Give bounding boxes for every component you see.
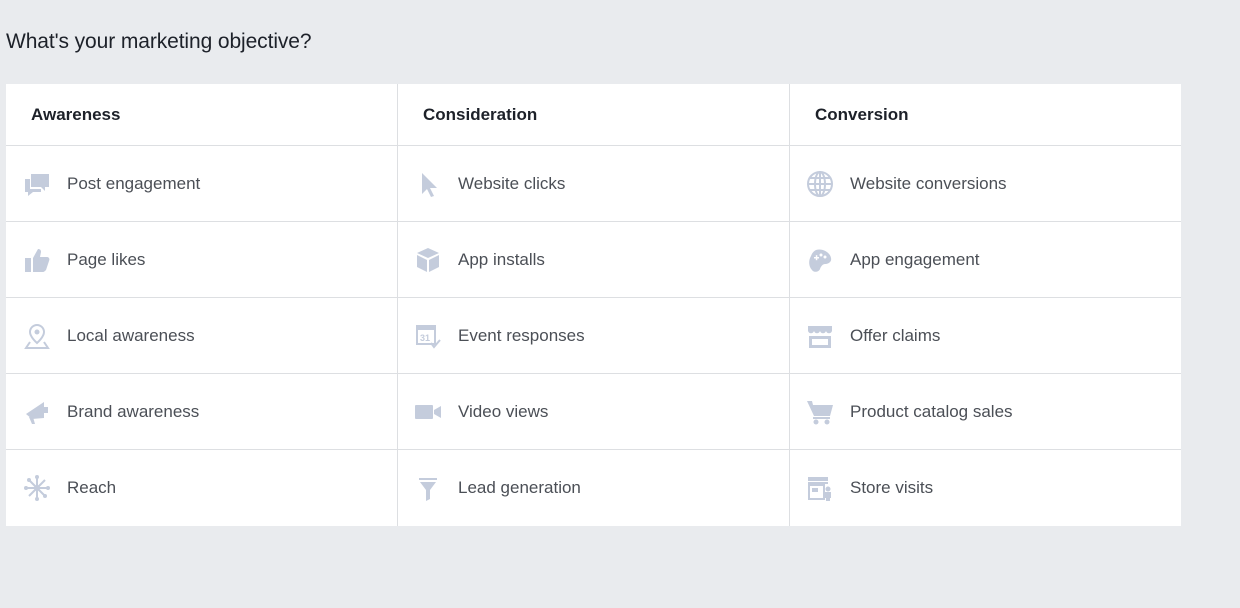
objective-page-likes[interactable]: Page likes <box>6 222 397 298</box>
funnel-icon <box>413 473 443 503</box>
objective-label: App engagement <box>850 249 980 269</box>
video-camera-icon <box>413 397 443 427</box>
objective-product-catalog-sales[interactable]: Product catalog sales <box>790 374 1181 450</box>
objective-brand-awareness[interactable]: Brand awareness <box>6 374 397 450</box>
objective-label: Website clicks <box>458 173 566 193</box>
cursor-icon <box>413 169 443 199</box>
column-awareness: Awareness Post engagement Page likes Loc… <box>6 84 398 526</box>
objective-label: Lead generation <box>458 478 581 497</box>
objective-reach[interactable]: Reach <box>6 450 397 526</box>
column-consideration: Consideration Website clicks App install… <box>398 84 790 526</box>
objective-offer-claims[interactable]: Offer claims <box>790 298 1181 374</box>
objective-event-responses[interactable]: 31 Event responses <box>398 298 789 374</box>
column-header-consideration: Consideration <box>398 84 789 146</box>
thumbs-up-icon <box>22 245 52 275</box>
shopping-cart-icon <box>805 397 835 427</box>
column-conversion: Conversion Website conversions App engag… <box>790 84 1181 526</box>
column-header-conversion: Conversion <box>790 84 1181 146</box>
megaphone-icon <box>22 397 52 427</box>
objective-post-engagement[interactable]: Post engagement <box>6 146 397 222</box>
globe-icon <box>805 169 835 199</box>
objective-website-conversions[interactable]: Website conversions <box>790 146 1181 222</box>
objective-label: Video views <box>458 401 549 421</box>
objectives-table: Awareness Post engagement Page likes Loc… <box>6 84 1181 526</box>
objective-label: Website conversions <box>850 173 1007 193</box>
map-pin-icon <box>22 321 52 351</box>
objective-label: Reach <box>67 478 117 497</box>
objective-local-awareness[interactable]: Local awareness <box>6 298 397 374</box>
objective-label: Local awareness <box>67 325 195 345</box>
svg-text:31: 31 <box>420 333 430 343</box>
objective-store-visits[interactable]: Store visits <box>790 450 1181 526</box>
storefront-icon <box>805 321 835 351</box>
objective-video-views[interactable]: Video views <box>398 374 789 450</box>
objective-app-engagement[interactable]: App engagement <box>790 222 1181 298</box>
objective-lead-generation[interactable]: Lead generation <box>398 450 789 526</box>
speech-bubbles-icon <box>22 169 52 199</box>
objective-label: Brand awareness <box>67 401 200 421</box>
objective-label: Product catalog sales <box>850 401 1013 421</box>
objective-label: Store visits <box>850 478 934 497</box>
column-header-awareness: Awareness <box>6 84 397 146</box>
objective-app-installs[interactable]: App installs <box>398 222 789 298</box>
store-person-icon <box>805 473 835 503</box>
calendar-icon: 31 <box>413 321 443 351</box>
page-title: What's your marketing objective? <box>6 30 312 53</box>
objective-label: Offer claims <box>850 325 941 345</box>
gamepad-icon <box>805 245 835 275</box>
network-icon <box>22 473 52 503</box>
objective-label: App installs <box>458 249 545 269</box>
objective-label: Post engagement <box>67 173 201 193</box>
objective-label: Page likes <box>67 249 146 269</box>
box-icon <box>413 245 443 275</box>
objective-website-clicks[interactable]: Website clicks <box>398 146 789 222</box>
objective-label: Event responses <box>458 325 585 345</box>
